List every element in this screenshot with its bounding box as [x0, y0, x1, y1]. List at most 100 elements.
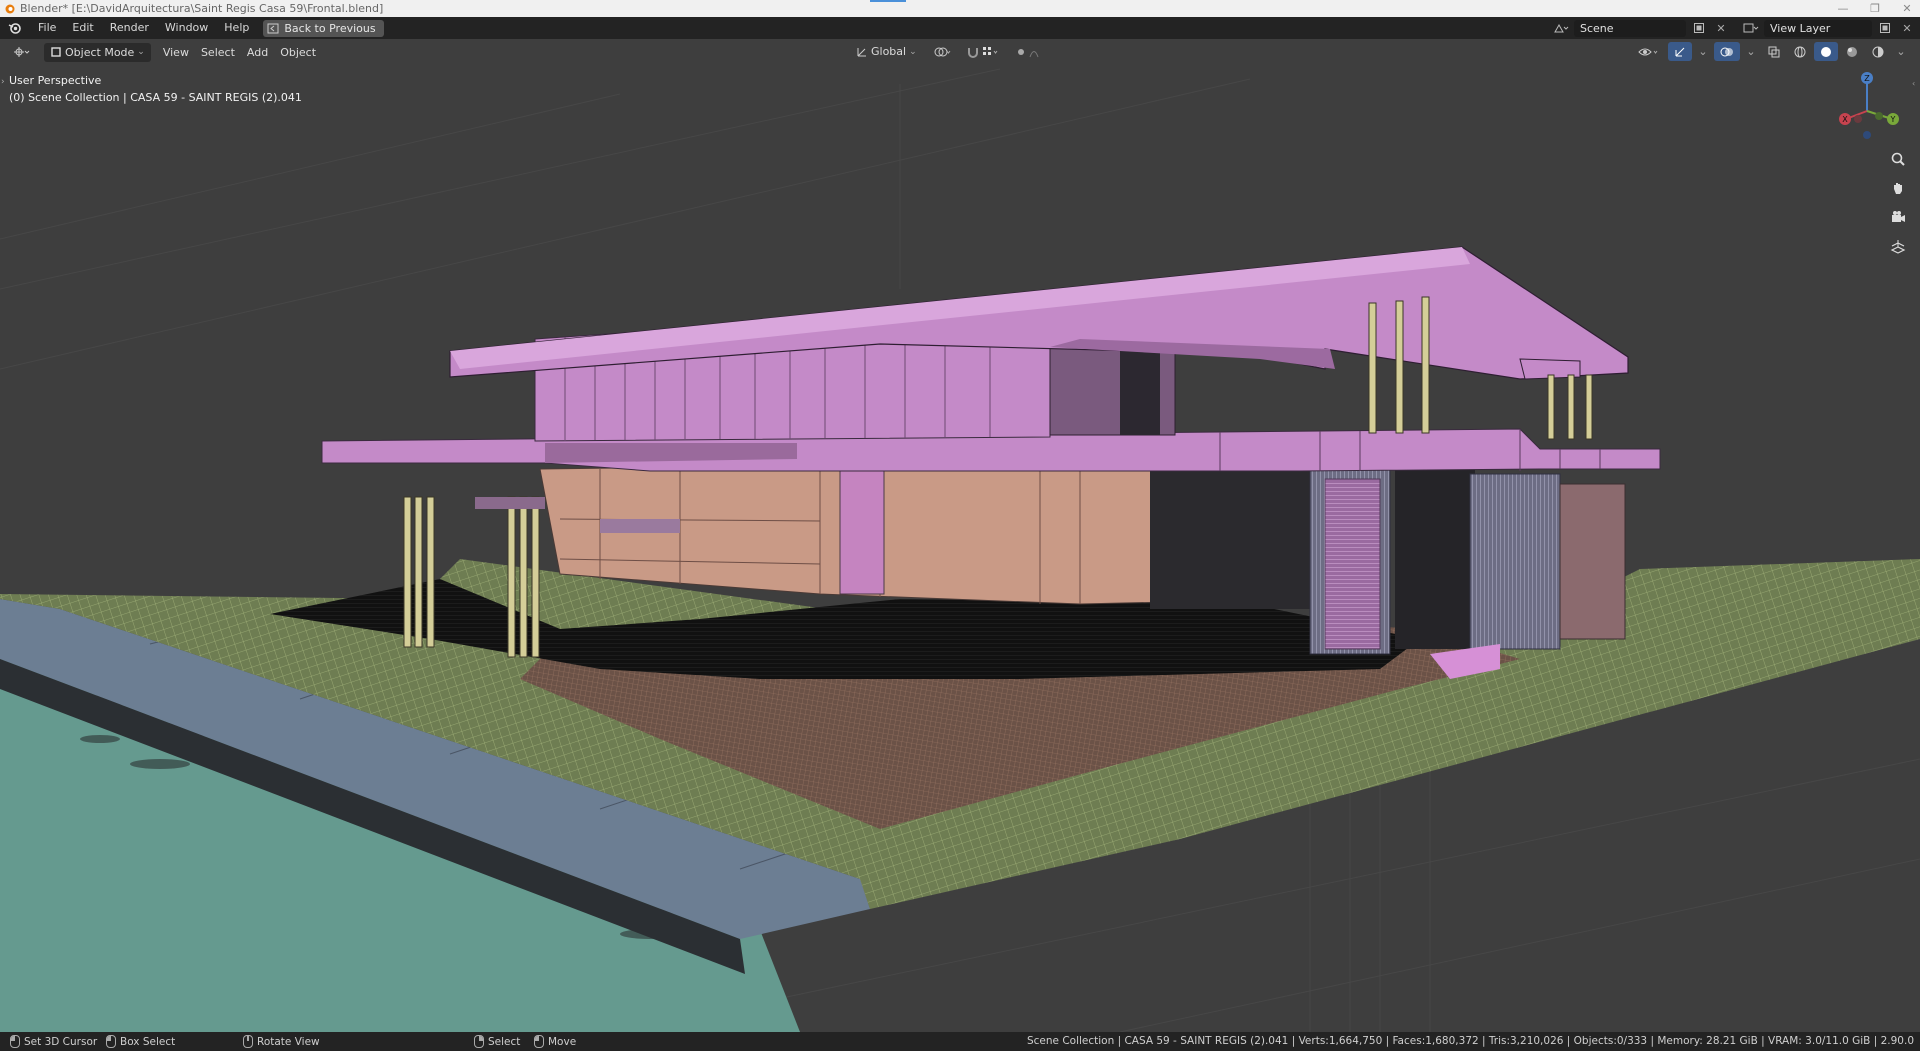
status-set-cursor: Set 3D Cursor — [10, 1035, 97, 1048]
status-set-cursor-label: Set 3D Cursor — [24, 1035, 98, 1048]
scene-name: Scene — [1580, 21, 1614, 35]
menu-object[interactable]: Object — [274, 43, 322, 62]
menu-render[interactable]: Render — [102, 17, 157, 39]
transform-orientation-dropdown[interactable]: Global ⌄ — [850, 42, 923, 61]
magnet-icon — [967, 47, 978, 58]
status-move-label: Move — [548, 1035, 577, 1048]
overlays-icon — [1720, 47, 1733, 56]
snap-grid-icon — [982, 46, 998, 55]
scene-field[interactable]: Scene — [1574, 19, 1686, 37]
remove-scene-icon[interactable]: ✕ — [1712, 20, 1730, 37]
status-rotate-view-label: Rotate View — [257, 1035, 320, 1048]
orientation-label: Global — [871, 45, 907, 58]
wireframe-shading-button[interactable] — [1788, 42, 1812, 61]
status-rotate-view: Rotate View — [243, 1035, 320, 1048]
menu-add[interactable]: Add — [241, 43, 274, 62]
shading-options-icon[interactable]: ⌄ — [1892, 43, 1910, 60]
expand-arrow-icon[interactable]: › — [1, 74, 5, 91]
3d-viewport[interactable]: › User Perspective (0) Scene Collection … — [0, 39, 1920, 1032]
status-move: Move — [534, 1035, 576, 1048]
menu-window[interactable]: Window — [157, 17, 216, 39]
louver-screen-2 — [1469, 473, 1561, 650]
wireframe-sphere-icon — [1794, 46, 1806, 57]
status-select-label: Select — [488, 1035, 521, 1048]
mouse-right-icon — [474, 1035, 484, 1048]
rendered-shading-button[interactable] — [1866, 42, 1890, 61]
viewport-header: Object Mode ⌄ View Select Add Object Glo… — [0, 39, 1920, 65]
menu-edit[interactable]: Edit — [64, 17, 101, 39]
status-bar: Set 3D Cursor Box Select Rotate View Sel… — [0, 1032, 1920, 1051]
remove-view-layer-icon[interactable]: ✕ — [1898, 20, 1916, 37]
pan-hand-icon[interactable] — [1886, 176, 1910, 200]
close-button[interactable]: ✕ — [1900, 2, 1914, 15]
scene-statistics: Scene Collection | CASA 59 - SAINT REGIS… — [1026, 1035, 1914, 1047]
collection-label: (0) Scene Collection | CASA 59 - SAINT R… — [9, 91, 302, 104]
zoom-icon[interactable] — [1886, 147, 1910, 171]
editor-type-button[interactable] — [8, 43, 36, 62]
camera-icon[interactable] — [1886, 205, 1910, 229]
louver-screen-pink — [1324, 478, 1381, 650]
chevron-down-icon: ⌄ — [137, 47, 145, 57]
view-layer-field[interactable]: View Layer — [1764, 19, 1872, 37]
gizmo-toggle-button[interactable] — [1668, 42, 1692, 61]
stair-landing — [475, 497, 545, 509]
material-sphere-icon — [1847, 46, 1857, 57]
window-title-bar: Blender* [E:\DavidArquitectura\Saint Reg… — [0, 0, 1920, 17]
maximize-button[interactable]: ❐ — [1868, 2, 1882, 15]
mouse-drag-icon — [106, 1035, 116, 1048]
new-view-layer-icon[interactable] — [1876, 20, 1894, 37]
blender-menu-icon[interactable] — [0, 17, 30, 39]
view-layer-icon[interactable] — [1742, 20, 1760, 37]
object-visibility-button[interactable] — [1632, 42, 1666, 61]
object-mode-icon — [51, 47, 61, 57]
menu-select[interactable]: Select — [195, 43, 241, 62]
solid-sphere-icon — [1821, 46, 1831, 57]
mode-label: Object Mode — [65, 45, 135, 59]
navigation-gizmo[interactable]: Z X Y — [1832, 69, 1902, 139]
menu-help[interactable]: Help — [216, 17, 257, 39]
eye-icon — [1638, 48, 1658, 55]
snap-toggle-button[interactable] — [961, 42, 1006, 61]
overlays-options-icon[interactable]: ⌄ — [1742, 43, 1760, 60]
status-select: Select — [474, 1035, 520, 1048]
pivot-icon — [934, 47, 951, 56]
blender-window: Blender* [E:\DavidArquitectura\Saint Reg… — [0, 0, 1920, 1051]
overlays-toggle-button[interactable] — [1714, 42, 1740, 61]
mouse-left-icon — [10, 1035, 20, 1048]
dark-recess — [1395, 469, 1475, 649]
mouse-drag-icon — [534, 1035, 544, 1048]
editor-type-icon — [14, 47, 30, 57]
chevron-down-icon: ⌄ — [909, 46, 917, 57]
blender-app-icon — [3, 2, 17, 16]
menu-view[interactable]: View — [157, 43, 195, 62]
mouse-middle-icon — [243, 1035, 253, 1048]
gizmo-z-label: Z — [1864, 74, 1870, 83]
new-scene-icon[interactable] — [1690, 20, 1708, 37]
perspective-label: User Perspective — [9, 74, 102, 87]
gizmo-options-icon[interactable]: ⌄ — [1694, 43, 1712, 60]
ortho-grid-icon[interactable] — [1886, 234, 1910, 258]
scene-render — [0, 68, 1920, 1032]
side-wall — [1559, 483, 1626, 640]
ground-floor-door — [839, 468, 885, 595]
pivot-point-button[interactable] — [927, 42, 957, 61]
garage-opening — [1150, 469, 1310, 609]
solid-shading-button[interactable] — [1814, 42, 1838, 61]
mode-dropdown[interactable]: Object Mode ⌄ — [44, 42, 151, 62]
back-to-previous-button[interactable]: Back to Previous — [263, 19, 384, 37]
ground-floor-window — [600, 519, 680, 533]
xray-toggle-button[interactable] — [1762, 42, 1786, 61]
material-shading-button[interactable] — [1840, 42, 1864, 61]
minimize-button[interactable]: — — [1836, 2, 1850, 15]
gizmo-icon — [1675, 47, 1685, 56]
scene-selector-icon[interactable] — [1552, 20, 1570, 37]
rendered-sphere-icon — [1872, 46, 1884, 57]
sidebar-toggle-icon[interactable]: ‹ — [1912, 79, 1920, 93]
back-to-previous-label: Back to Previous — [284, 21, 376, 35]
xray-icon — [1768, 46, 1780, 57]
menu-file[interactable]: File — [30, 17, 64, 39]
status-box-select-label: Box Select — [120, 1035, 176, 1048]
proportional-edit-button[interactable] — [1010, 42, 1048, 61]
orientation-icon — [857, 47, 866, 56]
gizmo-x-label: X — [1842, 115, 1848, 124]
